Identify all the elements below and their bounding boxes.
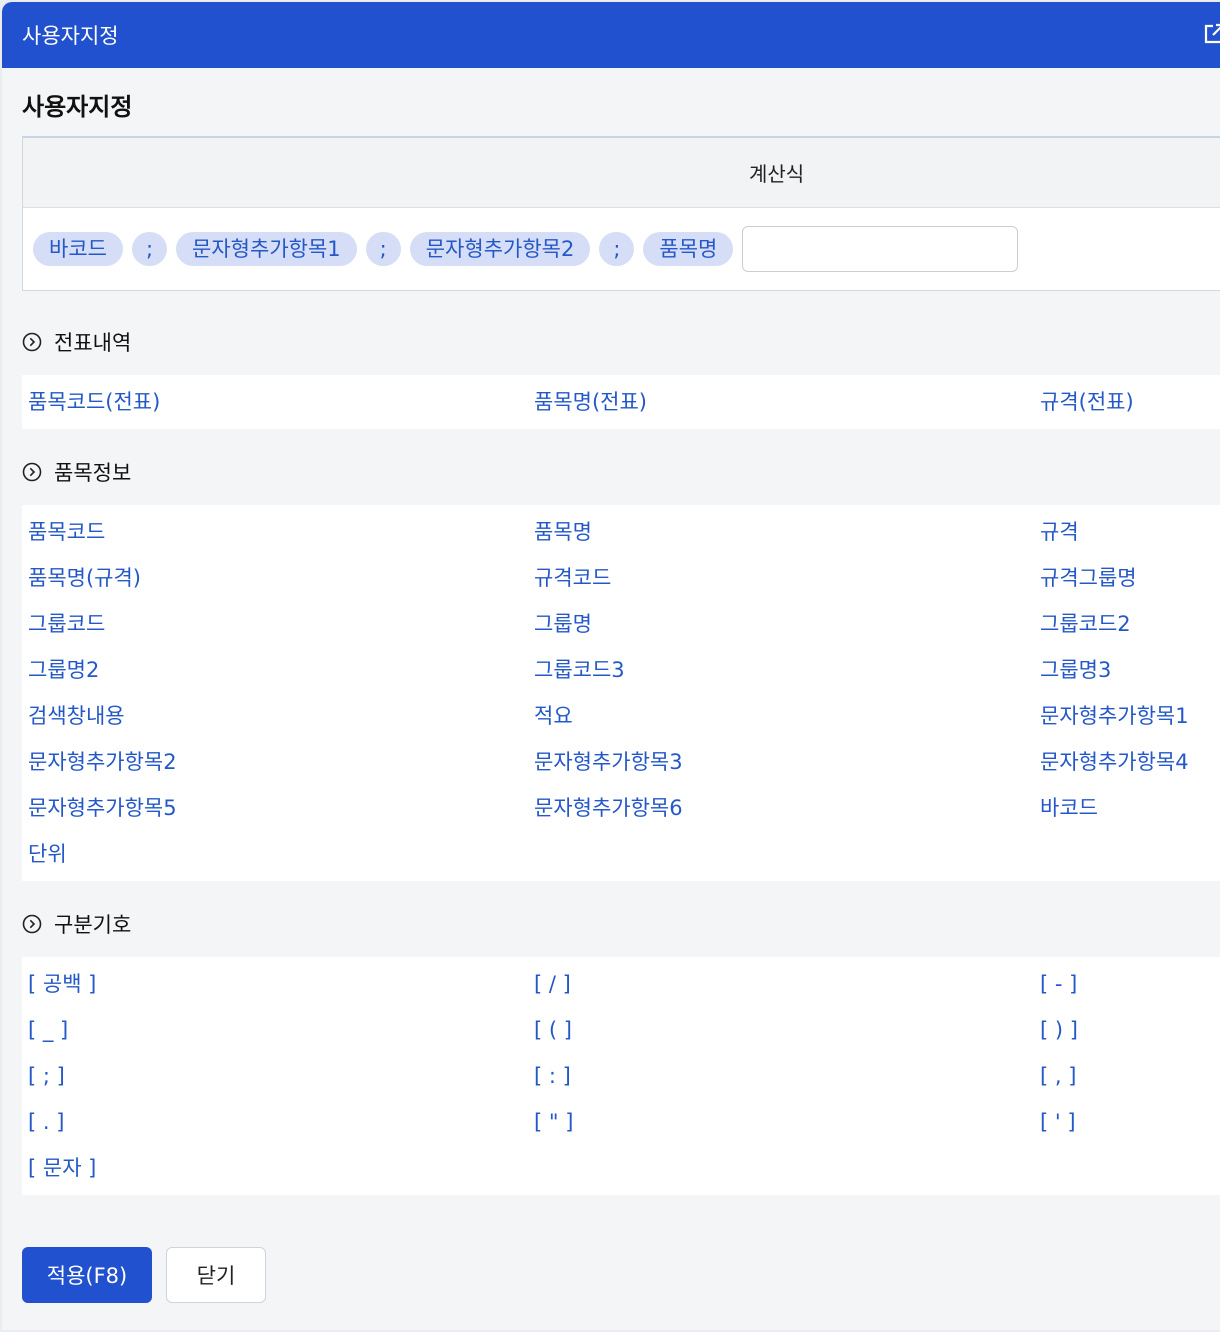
field-item[interactable]: [ ; ] xyxy=(22,1053,528,1099)
field-item[interactable]: [ ' ] xyxy=(1034,1099,1220,1145)
field-item[interactable]: 그룹명2 xyxy=(22,647,528,693)
field-item[interactable]: 그룹코드2 xyxy=(1034,601,1220,647)
formula-chip-separator[interactable]: ; xyxy=(365,232,401,266)
footer-actions: 적용(F8) 닫기 xyxy=(22,1247,1220,1303)
section-header[interactable]: 전표내역 xyxy=(22,327,1220,357)
page-title: 사용자지정 xyxy=(22,93,133,121)
sections-container: 전표내역 품목코드(전표) 품목명(전표) 규격(전표) 품목정보 품목코드 품목명 규격 품목… xyxy=(22,327,1220,1195)
circle-chevron-right-icon xyxy=(22,332,42,352)
field-item[interactable]: 그룹명 xyxy=(528,601,1034,647)
field-item[interactable]: 규격(전표) xyxy=(1034,379,1220,425)
section-title: 전표내역 xyxy=(54,331,132,355)
formula-chip-row: 바코드; 문자형추가항목1; 문자형추가항목2; 품목명 xyxy=(23,208,1220,290)
section-item-grid: 품목코드 품목명 규격 품목명(규격) 규격코드 규격그룹명 그룹코드 그룹명 그룹코드2 그룹명… xyxy=(22,505,1220,881)
section-item-grid: [ 공백 ][ / ][ - ] [ _ ][ ( ][ ) ] [ ; ][ : … xyxy=(22,957,1220,1195)
formula-panel: 계산식 바코드; 문자형추가항목1; 문자형추가항목2; 품목명 xyxy=(22,136,1220,291)
field-item[interactable]: [ 문자 ] xyxy=(22,1145,528,1191)
field-item[interactable]: 문자형추가항목6 xyxy=(528,785,1034,831)
formula-chip[interactable]: 문자형추가항목2 xyxy=(409,232,591,266)
dialog-content: 사용자지정 계산식 바코드; 문자형추가항목1; 문자형추가항목2; 품목명 전표내역… xyxy=(2,90,1220,1303)
field-item[interactable]: 적요 xyxy=(528,693,1034,739)
field-item[interactable]: [ ( ] xyxy=(528,1007,1034,1053)
titlebar: 사용자지정 xyxy=(2,2,1220,68)
field-item[interactable]: 품목코드 xyxy=(22,509,528,555)
field-item[interactable]: [ : ] xyxy=(528,1053,1034,1099)
field-item[interactable]: 규격그룹명 xyxy=(1034,555,1220,601)
field-item[interactable]: 품목코드(전표) xyxy=(22,379,528,425)
field-item[interactable]: 검색창내용 xyxy=(22,693,528,739)
field-item[interactable]: 문자형추가항목3 xyxy=(528,739,1034,785)
field-item[interactable]: [ . ] xyxy=(22,1099,528,1145)
popout-icon[interactable] xyxy=(1202,22,1220,46)
formula-chip[interactable]: 문자형추가항목1 xyxy=(176,232,357,266)
field-item[interactable]: 그룹명3 xyxy=(1034,647,1220,693)
field-item[interactable]: [ - ] xyxy=(1034,961,1220,1007)
circle-chevron-right-icon xyxy=(22,462,42,482)
formula-header: 계산식 xyxy=(23,138,1220,208)
formula-input[interactable] xyxy=(742,226,1019,272)
window-title: 사용자지정 xyxy=(22,24,119,48)
field-item[interactable]: [ 공백 ] xyxy=(22,961,528,1007)
field-item[interactable]: 그룹코드 xyxy=(22,601,528,647)
section-item-grid: 품목코드(전표) 품목명(전표) 규격(전표) xyxy=(22,375,1220,429)
circle-chevron-right-icon xyxy=(22,914,42,934)
section-title: 품목정보 xyxy=(54,461,132,485)
field-item[interactable]: [ / ] xyxy=(528,961,1034,1007)
field-item[interactable]: 규격코드 xyxy=(528,555,1034,601)
field-item[interactable]: 문자형추가항목1 xyxy=(1034,693,1220,739)
close-button[interactable]: 닫기 xyxy=(166,1247,266,1303)
section-header[interactable]: 구분기호 xyxy=(22,909,1220,939)
field-item[interactable]: 문자형추가항목2 xyxy=(22,739,528,785)
field-item[interactable]: 바코드 xyxy=(1034,785,1220,831)
section-title: 구분기호 xyxy=(54,913,132,937)
field-item[interactable]: 규격 xyxy=(1034,509,1220,555)
formula-chip[interactable]: 품목명 xyxy=(643,232,734,266)
field-item[interactable]: 품목명(전표) xyxy=(528,379,1034,425)
field-item[interactable]: 단위 xyxy=(22,831,528,877)
field-item[interactable]: [ _ ] xyxy=(22,1007,528,1053)
dialog-window: 사용자지정 사용자지정 계산식 바코드; 문자형추가항목1; 문자형추가항목2; 품목… xyxy=(2,2,1220,1330)
formula-chip[interactable]: 바코드 xyxy=(33,232,123,266)
formula-chip-separator[interactable]: ; xyxy=(131,232,168,266)
field-item[interactable]: 그룹코드3 xyxy=(528,647,1034,693)
section-header[interactable]: 품목정보 xyxy=(22,457,1220,487)
field-item[interactable]: [ " ] xyxy=(528,1099,1034,1145)
field-item[interactable]: 문자형추가항목4 xyxy=(1034,739,1220,785)
field-item[interactable]: [ , ] xyxy=(1034,1053,1220,1099)
apply-button[interactable]: 적용(F8) xyxy=(22,1247,152,1303)
formula-chip-separator[interactable]: ; xyxy=(599,232,635,266)
field-item[interactable]: 품목명(규격) xyxy=(22,555,528,601)
field-item[interactable]: [ ) ] xyxy=(1034,1007,1220,1053)
field-item[interactable]: 품목명 xyxy=(528,509,1034,555)
field-item[interactable]: 문자형추가항목5 xyxy=(22,785,528,831)
